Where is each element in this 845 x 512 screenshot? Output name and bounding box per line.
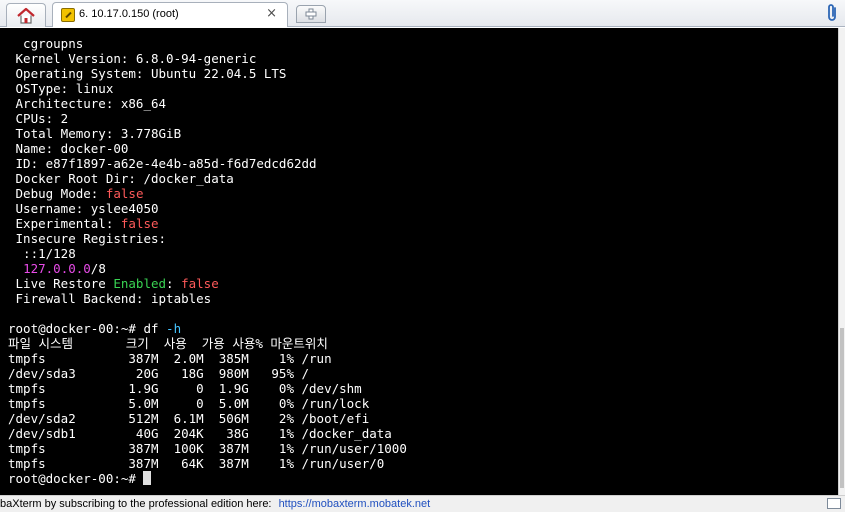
terminal-text: /dev/sda2 512M 6.1M 506M 2% /boot/efi <box>8 411 370 426</box>
terminal-text: false <box>120 216 159 231</box>
status-bar: baXterm by subscribing to the profession… <box>0 495 845 512</box>
terminal-text: Kernel Version: 6.8.0-94-generic <box>8 51 257 66</box>
terminal-text: 파일 시스템 크기 사용 가용 사용% 마운트위치 <box>8 336 328 351</box>
scrollbar-thumb[interactable] <box>840 328 844 488</box>
status-message: baXterm by subscribing to the profession… <box>0 498 272 510</box>
terminal-line: ID: e87f1897-a62e-4e4b-a85d-f6d7edcd62dd <box>8 156 317 171</box>
terminal-line: root@docker-00:~# df -h <box>8 321 181 336</box>
terminal-line: Insecure Registries: <box>8 231 167 246</box>
terminal-text: Username: yslee4050 <box>8 201 159 216</box>
paperclip-icon[interactable] <box>825 3 839 28</box>
terminal-text: /8 <box>90 261 106 276</box>
terminal-text: /dev/sda3 20G 18G 980M 95% / <box>8 366 310 381</box>
terminal-line: cgroupns <box>8 36 83 51</box>
terminal-text: Total Memory: 3.778GiB <box>8 126 182 141</box>
terminal-line: tmpfs 387M 100K 387M 1% /run/user/1000 <box>8 441 407 456</box>
terminal-line: Kernel Version: 6.8.0-94-generic <box>8 51 257 66</box>
terminal-text: 127.0.0.0 <box>23 261 91 276</box>
terminal-text: Debug Mode: <box>8 186 106 201</box>
terminal-text: tmpfs 387M 64K 387M 1% /run/user/0 <box>8 456 385 471</box>
terminal-line: tmpfs 1.9G 0 1.9G 0% /dev/shm <box>8 381 362 396</box>
terminal-text: cgroupns <box>8 36 84 51</box>
wrench-icon <box>61 8 75 22</box>
terminal-line: Live Restore Enabled: false <box>8 276 219 291</box>
terminal-text: : <box>166 276 182 291</box>
terminal-text: /dev/sdb1 40G 204K 38G 1% /docker_data <box>8 426 392 441</box>
terminal-text: -h <box>166 321 182 336</box>
terminal-text: Operating System: Ubuntu 22.04.5 LTS <box>8 66 287 81</box>
terminal-text: false <box>105 186 144 201</box>
mobaxterm-link[interactable]: https://mobaxterm.mobatek.net <box>279 498 431 510</box>
terminal-text: Live Restore <box>8 276 114 291</box>
terminal-text: OSType: linux <box>8 81 114 96</box>
terminal-line: Experimental: false <box>8 216 159 231</box>
new-tab-button[interactable] <box>296 5 326 23</box>
tab-bar: 6. 10.17.0.150 (root) × <box>0 0 845 27</box>
tab-session[interactable]: 6. 10.17.0.150 (root) × <box>52 2 288 27</box>
terminal-text: Experimental: <box>8 216 121 231</box>
terminal-line: root@docker-00:~# <box>8 471 152 486</box>
terminal-text: Firewall Backend: iptables <box>8 291 212 306</box>
terminal-text: tmpfs 387M 2.0M 385M 1% /run <box>8 351 332 366</box>
terminal-line: CPUs: 2 <box>8 111 69 126</box>
close-icon[interactable]: × <box>266 6 277 21</box>
terminal-text: false <box>181 276 219 291</box>
terminal-text: ::1/128 <box>8 246 76 261</box>
terminal-cursor <box>143 471 152 485</box>
home-tab[interactable] <box>6 3 46 27</box>
terminal-line: Debug Mode: false <box>8 186 144 201</box>
terminal-scrollbar[interactable] <box>838 28 845 495</box>
terminal-line: tmpfs 387M 64K 387M 1% /run/user/0 <box>8 456 384 471</box>
terminal-line: Firewall Backend: iptables <box>8 291 212 306</box>
terminal-line: ::1/128 <box>8 246 76 261</box>
terminal-line: /dev/sdb1 40G 204K 38G 1% /docker_data <box>8 426 392 441</box>
terminal-line: Username: yslee4050 <box>8 201 159 216</box>
plus-icon <box>305 8 317 20</box>
home-icon <box>17 7 35 24</box>
terminal-line: Name: docker-00 <box>8 141 129 156</box>
terminal-text: tmpfs 1.9G 0 1.9G 0% /dev/shm <box>8 381 362 396</box>
terminal-output[interactable]: cgroupns Kernel Version: 6.8.0-94-generi… <box>0 28 838 495</box>
window-icon[interactable] <box>827 498 841 509</box>
terminal-text: Name: docker-00 <box>8 141 129 156</box>
terminal-text: tmpfs 387M 100K 387M 1% /run/user/1000 <box>8 441 407 456</box>
terminal-text: Enabled <box>113 276 167 291</box>
terminal-line: Architecture: x86_64 <box>8 96 167 111</box>
terminal-line: /dev/sda3 20G 18G 980M 95% / <box>8 366 309 381</box>
terminal-text: CPUs: 2 <box>8 111 69 126</box>
terminal-line: OSType: linux <box>8 81 114 96</box>
terminal-text: tmpfs 5.0M 0 5.0M 0% /run/lock <box>8 396 370 411</box>
terminal-line: Docker Root Dir: /docker_data <box>8 171 234 186</box>
terminal-line: tmpfs 5.0M 0 5.0M 0% /run/lock <box>8 396 369 411</box>
terminal-line: 파일 시스템 크기 사용 가용 사용% 마운트위치 <box>8 336 328 351</box>
terminal-text: root@docker-00:~# <box>8 471 144 486</box>
terminal-text: root@docker-00:~# df <box>8 321 167 336</box>
terminal-line: tmpfs 387M 2.0M 385M 1% /run <box>8 351 332 366</box>
terminal-text: Insecure Registries: <box>8 231 167 246</box>
terminal-line: Operating System: Ubuntu 22.04.5 LTS <box>8 66 287 81</box>
terminal-line: 127.0.0.0/8 <box>8 261 106 276</box>
terminal-text: ID: e87f1897-a62e-4e4b-a85d-f6d7edcd62dd <box>8 156 317 171</box>
tab-session-title: 6. 10.17.0.150 (root) <box>79 8 179 20</box>
terminal-text: Architecture: x86_64 <box>8 96 167 111</box>
terminal-line: Total Memory: 3.778GiB <box>8 126 182 141</box>
terminal-line: /dev/sda2 512M 6.1M 506M 2% /boot/efi <box>8 411 369 426</box>
terminal-text: Docker Root Dir: /docker_data <box>8 171 234 186</box>
